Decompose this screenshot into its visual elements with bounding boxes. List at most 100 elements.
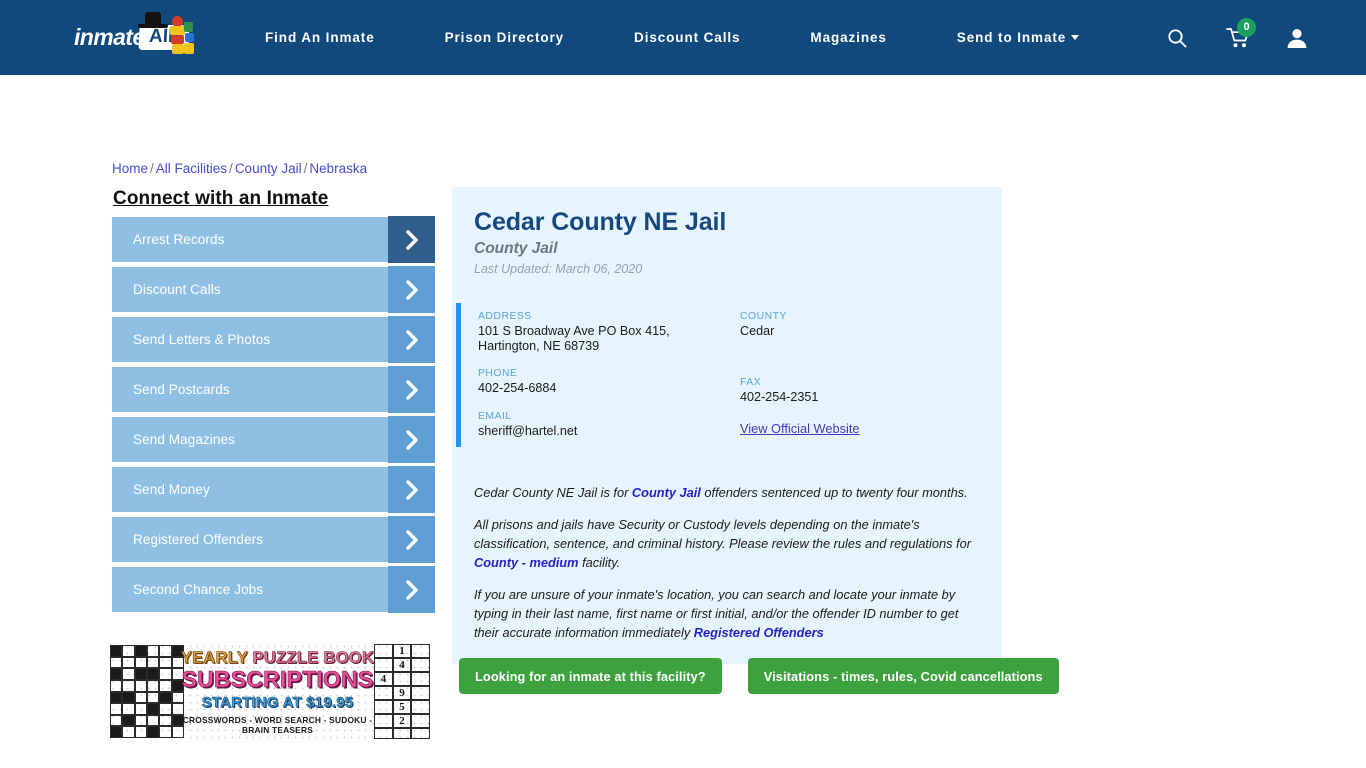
top-hat-icon <box>138 12 168 30</box>
field-label: COUNTY <box>740 311 787 322</box>
puzzle-book-ad-banner[interactable]: 1 4 4 9 5 2 YEARLY PUZZLE BOOK SUBSCRIPT… <box>110 643 430 739</box>
user-account-icon[interactable] <box>1286 27 1308 49</box>
facility-header: Cedar County NE Jail County Jail Last Up… <box>452 187 1002 276</box>
field-value: 402-254-2351 <box>740 389 819 404</box>
sudoku-cell: 1 <box>392 644 412 658</box>
field-label: PHONE <box>478 368 518 379</box>
field-value: 101 S Broadway Ave PO Box 415, Hartingto… <box>478 324 740 353</box>
ad-subtitle: CROSSWORDS - WORD SEARCH - SUDOKU - BRAI… <box>182 715 373 735</box>
sidebar-item-label: Second Chance Jobs <box>133 582 264 597</box>
sudoku-cell <box>392 672 412 686</box>
page-title: Connect with an Inmate <box>113 188 329 209</box>
breadcrumb-item-nebraska[interactable]: Nebraska <box>309 161 367 176</box>
chevron-down-icon <box>1071 35 1080 40</box>
address-line-2: Hartington, NE 68739 <box>478 338 600 353</box>
para1-text-b: offenders sentenced up to twenty four mo… <box>700 485 968 500</box>
field-value: sheriff@hartel.net <box>478 423 578 438</box>
sidebar-menu: Arrest Records Discount Calls Send Lette… <box>112 216 435 617</box>
address-line-1: 101 S Broadway Ave PO Box 415, <box>478 324 670 338</box>
chevron-right-icon <box>388 466 435 513</box>
field-label: FAX <box>740 376 762 388</box>
facility-details: ADDRESS 101 S Broadway Ave PO Box 415, H… <box>452 303 1002 467</box>
shopping-cart-icon[interactable]: 0 <box>1226 17 1256 49</box>
sudoku-cell <box>411 644 430 658</box>
facility-type: County Jail <box>474 240 558 257</box>
sidebar-item-registered-offenders[interactable]: Registered Offenders <box>112 516 435 563</box>
breadcrumb: Home / All Facilities / County Jail / Nebraska <box>112 161 367 176</box>
facility-details-right-column: COUNTY Cedar FAX 402-254-2351 View Offic… <box>740 311 1002 453</box>
field-fax: FAX 402-254-2351 <box>740 377 1002 405</box>
field-label: EMAIL <box>478 410 512 422</box>
breadcrumb-item-county-jail[interactable]: County Jail <box>235 161 302 176</box>
site-logo[interactable]: inmate AID <box>72 12 202 60</box>
para2-text-b: facility. <box>578 555 621 570</box>
sidebar-item-second-chance-jobs[interactable]: Second Chance Jobs <box>112 566 435 613</box>
accent-bar <box>456 303 461 447</box>
nav-label: Prison Directory <box>444 30 565 45</box>
breadcrumb-item-home[interactable]: Home <box>112 161 148 176</box>
field-address: ADDRESS 101 S Broadway Ave PO Box 415, H… <box>478 311 740 353</box>
sidebar-item-label: Registered Offenders <box>133 532 264 547</box>
field-email: EMAIL sheriff@hartel.net <box>478 411 740 439</box>
description-paragraph-3: If you are unsure of your inmate's locat… <box>474 585 980 642</box>
field-county: COUNTY Cedar <box>740 311 1002 339</box>
registered-offenders-link[interactable]: Registered Offenders <box>694 625 824 640</box>
sidebar-item-send-letters-photos[interactable]: Send Letters & Photos <box>112 316 435 363</box>
nav-item-send-to-inmate[interactable]: Send to Inmate <box>956 24 1080 51</box>
para2-text-a: All prisons and jails have Security or C… <box>474 517 971 551</box>
field-label: ADDRESS <box>478 311 532 322</box>
county-medium-link[interactable]: County - medium <box>474 555 579 570</box>
county-jail-link[interactable]: County Jail <box>632 485 701 500</box>
looking-for-inmate-button[interactable]: Looking for an inmate at this facility? <box>459 658 722 694</box>
site-header: inmate AID Find An Inmate Prison Directo… <box>0 0 1366 75</box>
search-icon[interactable] <box>1166 27 1188 49</box>
visitations-button[interactable]: Visitations - times, rules, Covid cancel… <box>747 658 1059 694</box>
sidebar-item-discount-calls[interactable]: Discount Calls <box>112 266 435 313</box>
description-paragraph-2: All prisons and jails have Security or C… <box>474 515 980 572</box>
sidebar-item-label: Send Magazines <box>133 432 235 447</box>
sudoku-cell: 9 <box>392 686 412 700</box>
action-button-row: Looking for an inmate at this facility? … <box>459 658 1059 694</box>
clown-figure-icon <box>168 14 206 60</box>
chevron-right-icon <box>388 366 435 413</box>
sudoku-cell: 2 <box>392 714 412 728</box>
nav-label: Send to Inmate <box>956 30 1067 45</box>
sidebar-item-label: Send Money <box>133 482 210 497</box>
cart-count-badge: 0 <box>1237 17 1256 37</box>
sidebar-item-send-magazines[interactable]: Send Magazines <box>112 416 435 463</box>
nav-item-prison-directory[interactable]: Prison Directory <box>445 24 564 51</box>
facility-name: Cedar County NE Jail <box>474 208 727 236</box>
ad-headline-2: SUBSCRIPTIONS <box>181 666 374 693</box>
facility-details-left-column: ADDRESS 101 S Broadway Ave PO Box 415, H… <box>478 311 740 453</box>
field-phone: PHONE 402-254-6884 <box>478 368 740 396</box>
sudoku-cell: 4 <box>392 658 412 672</box>
nav-item-discount-calls[interactable]: Discount Calls <box>634 24 740 51</box>
chevron-right-icon <box>388 516 435 563</box>
sidebar-item-arrest-records[interactable]: Arrest Records <box>112 216 435 263</box>
breadcrumb-separator: / <box>150 161 154 176</box>
field-value: Cedar <box>740 324 775 338</box>
sudoku-cell <box>392 728 412 739</box>
facility-last-updated: Last Updated: March 06, 2020 <box>474 262 643 276</box>
sudoku-cell <box>411 658 430 672</box>
main-navigation: Find An Inmate Prison Directory Discount… <box>265 0 1080 75</box>
view-official-website-link[interactable]: View Official Website <box>740 421 860 436</box>
chevron-right-icon <box>388 216 435 263</box>
sudoku-cell: 5 <box>392 700 412 714</box>
sidebar-item-send-money[interactable]: Send Money <box>112 466 435 513</box>
description-paragraph-1: Cedar County NE Jail is for County Jail … <box>474 483 980 502</box>
nav-label: Discount Calls <box>634 30 741 45</box>
field-value: 402-254-6884 <box>478 381 557 395</box>
sidebar-item-send-postcards[interactable]: Send Postcards <box>112 366 435 413</box>
nav-item-magazines[interactable]: Magazines <box>810 24 886 51</box>
chevron-right-icon <box>388 266 435 313</box>
facility-info-card: Cedar County NE Jail County Jail Last Up… <box>452 187 1002 664</box>
sidebar-item-label: Send Postcards <box>133 382 230 397</box>
para1-text-a: Cedar County NE Jail is for <box>474 485 632 500</box>
breadcrumb-item-all-facilities[interactable]: All Facilities <box>156 161 227 176</box>
chevron-right-icon <box>388 566 435 613</box>
ad-copy: YEARLY PUZZLE BOOK SUBSCRIPTIONS STARTIN… <box>170 649 385 735</box>
nav-label: Find An Inmate <box>265 30 375 45</box>
sudoku-cell <box>411 728 430 739</box>
nav-item-find-an-inmate[interactable]: Find An Inmate <box>265 24 375 51</box>
